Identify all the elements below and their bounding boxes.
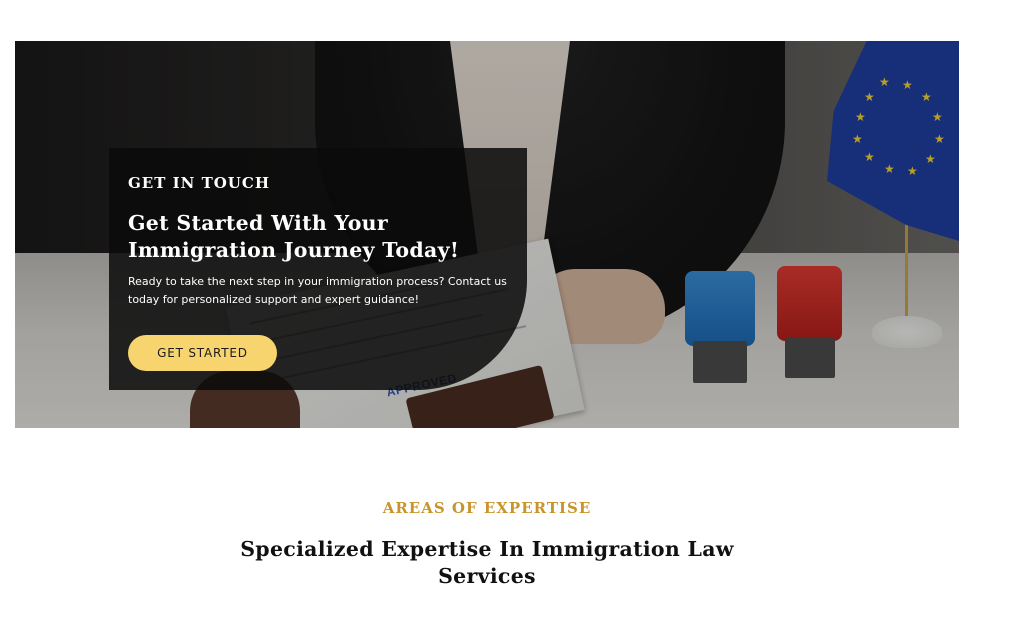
hero-banner: APPROVED ★ ★ ★ ★ ★ ★ ★ ★ ★ ★ ★ ★ GET IN … bbox=[15, 41, 959, 428]
hero-description: Ready to take the next step in your immi… bbox=[128, 275, 507, 306]
get-started-button[interactable]: GET STARTED bbox=[128, 335, 277, 371]
expertise-title: Specialized Expertise In Immigration Law… bbox=[240, 537, 734, 588]
hero-eyebrow: GET IN TOUCH bbox=[128, 174, 270, 192]
contact-card: GET IN TOUCH Get Started With Your Immig… bbox=[109, 148, 527, 390]
expertise-eyebrow: AREAS OF EXPERTISE bbox=[382, 499, 592, 517]
hero-headline: Get Started With Your Immigration Journe… bbox=[128, 211, 460, 262]
